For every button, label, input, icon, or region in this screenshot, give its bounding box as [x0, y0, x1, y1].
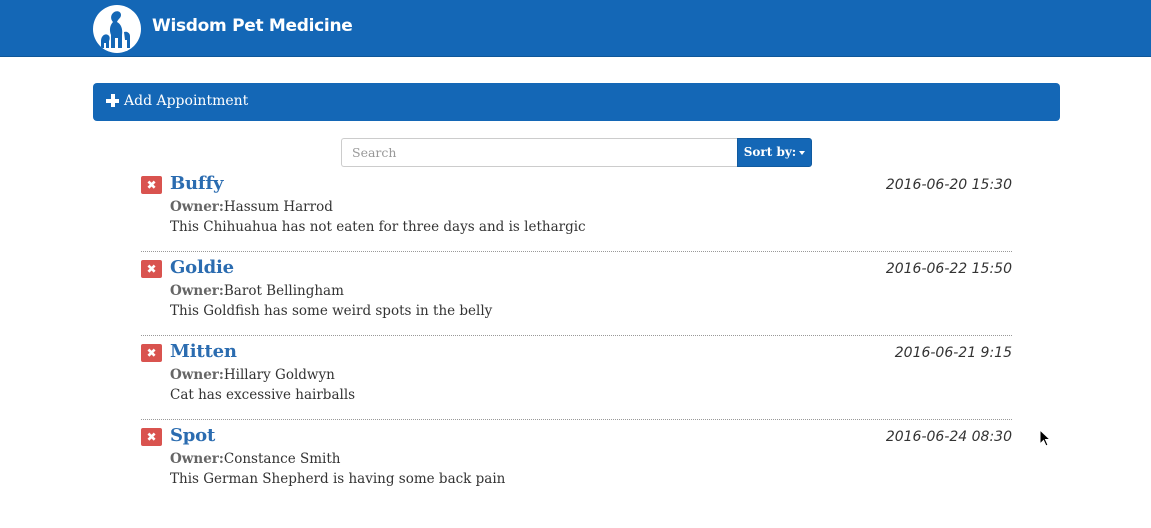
pet-silhouette-icon[interactable] [93, 5, 141, 53]
navbar: Wisdom Pet Medicine [0, 0, 1151, 57]
appointment-item: ✖ Spot 2016-06-24 08:30 Owner:Constance … [141, 420, 1012, 504]
close-icon: ✖ [146, 178, 157, 192]
owner-name: Barot Bellingham [223, 283, 344, 299]
appointment-item: ✖ Buffy 2016-06-20 15:30 Owner:Hassum Ha… [141, 168, 1012, 252]
delete-button[interactable]: ✖ [141, 260, 162, 278]
appointment-date: 2016-06-22 15:50 [885, 261, 1012, 277]
owner-line: Owner:Hillary Goldwyn [170, 367, 335, 383]
owner-line: Owner:Constance Smith [170, 451, 340, 467]
owner-name: Hassum Harrod [223, 199, 333, 215]
add-appointment-label: Add Appointment [124, 93, 249, 109]
mouse-pointer-icon [1039, 429, 1051, 447]
delete-button[interactable]: ✖ [141, 344, 162, 362]
sort-by-label: Sort by: [743, 145, 797, 159]
appointment-item: ✖ Goldie 2016-06-22 15:50 Owner:Barot Be… [141, 252, 1012, 336]
appointment-date: 2016-06-24 08:30 [885, 429, 1012, 445]
pet-name[interactable]: Spot [170, 425, 215, 446]
search-input[interactable] [341, 138, 738, 167]
delete-button[interactable]: ✖ [141, 176, 162, 194]
owner-name: Constance Smith [223, 451, 341, 467]
owner-line: Owner:Hassum Harrod [170, 199, 333, 215]
owner-line: Owner:Barot Bellingham [170, 283, 344, 299]
logo-graphic [101, 11, 130, 48]
pet-name[interactable]: Goldie [170, 257, 234, 278]
appointment-notes: Cat has excessive hairballs [170, 387, 356, 403]
appointment-notes: This Goldfish has some weird spots in th… [170, 303, 493, 319]
appointment-notes: This Chihuahua has not eaten for three d… [170, 219, 586, 235]
appointment-date: 2016-06-21 9:15 [894, 345, 1012, 361]
search-group: Sort by: [341, 138, 812, 167]
close-icon: ✖ [146, 346, 157, 360]
owner-label: Owner: [170, 451, 224, 467]
caret-down-icon [799, 150, 806, 155]
appointment-notes: This German Shepherd is having some back… [170, 471, 506, 487]
owner-label: Owner: [170, 367, 224, 383]
delete-button[interactable]: ✖ [141, 428, 162, 446]
plus-icon [106, 94, 119, 107]
brand-title[interactable]: Wisdom Pet Medicine [152, 16, 353, 36]
close-icon: ✖ [146, 430, 157, 444]
appointment-item: ✖ Mitten 2016-06-21 9:15 Owner:Hillary G… [141, 336, 1012, 420]
appointment-date: 2016-06-20 15:30 [885, 177, 1012, 193]
owner-label: Owner: [170, 283, 224, 299]
sort-by-button[interactable]: Sort by: [737, 138, 812, 167]
owner-name: Hillary Goldwyn [223, 367, 335, 383]
owner-label: Owner: [170, 199, 224, 215]
close-icon: ✖ [146, 262, 157, 276]
add-appointment-button[interactable]: Add Appointment [93, 83, 1060, 121]
pet-name[interactable]: Mitten [170, 341, 237, 362]
appointment-list: ✖ Buffy 2016-06-20 15:30 Owner:Hassum Ha… [141, 168, 1012, 504]
pet-name[interactable]: Buffy [170, 173, 223, 194]
